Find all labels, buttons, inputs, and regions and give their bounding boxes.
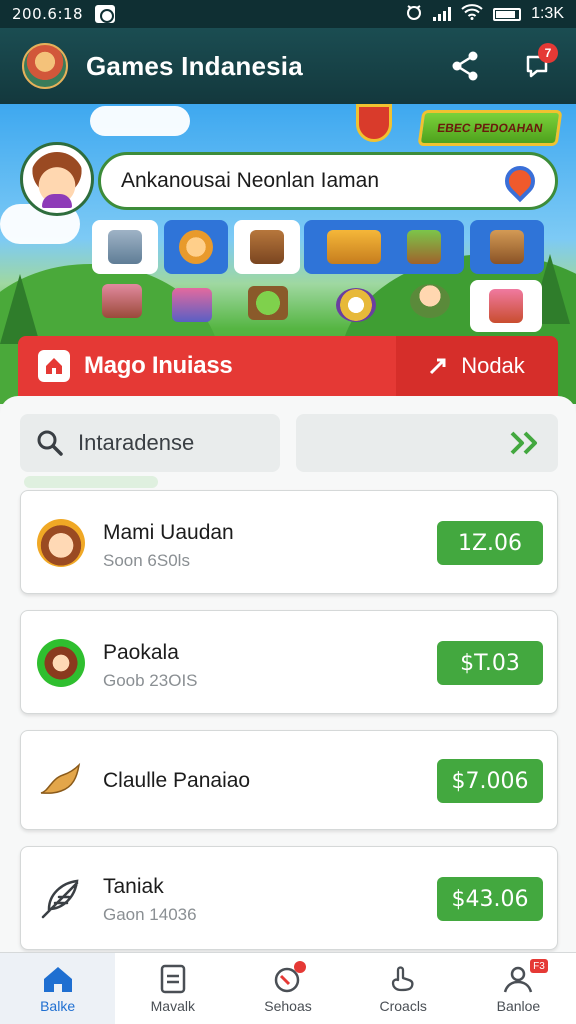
promo-action-label: Nodak [461,353,525,378]
farmer-icon[interactable] [410,284,450,318]
list-item-name: Paokala [103,641,179,664]
status-time-right: 1:3K [531,5,564,22]
girl-avatar [37,519,85,567]
content-panel: Intaradense Mami Uaudan Soon 6S0ls 1Z.06… [0,396,576,952]
nav-item-hand[interactable]: Croacls [346,953,461,1024]
avatar-face [30,152,84,208]
treasure-chest-icon[interactable] [102,284,142,318]
plant-pot-icon[interactable] [248,286,288,320]
nav-label-hand: Croacls [379,997,427,1014]
notification-badge: 7 [538,43,558,63]
status-bar: 200.6:18 1:3K [0,0,576,28]
mirror-icon[interactable] [336,288,376,322]
double-chevron-right-icon [510,431,537,455]
player-avatar[interactable] [20,142,94,216]
status-time: 200.6:18 [12,5,84,23]
worker-icon [179,230,213,264]
list-item[interactable]: Mami Uaudan Soon 6S0ls 1Z.06 [20,490,558,594]
palm-tree-decoration [0,274,40,344]
item-tile-house[interactable] [470,220,544,274]
location-pin-icon[interactable] [498,159,542,203]
document-icon [160,964,186,993]
bottom-navigation: Balke Mavalk Sehoas Croacls F3 Banloe [0,952,576,1024]
feather-icon [41,879,79,919]
search-placeholder: Intaradense [78,430,195,455]
price-button[interactable]: 1Z.06 [437,521,543,565]
arrow-icon [430,358,446,375]
anvil-icon [108,230,142,264]
battery-icon [493,7,522,21]
shield-emblem [356,104,392,142]
search-input[interactable]: Intaradense [20,414,280,472]
dwarf-avatar [37,639,85,687]
list-item[interactable]: Taniak Gaon 14036 $43.06 [20,846,558,950]
cloud-decoration [90,106,190,136]
promo-title: Mago Inuiass [84,352,233,379]
nav-label-trophy: Sehoas [264,997,312,1014]
hand-icon [392,965,414,991]
list-item[interactable]: Claulle Panaiao $7.006 [20,730,558,830]
alarm-icon [405,3,423,26]
price-button[interactable]: $T.03 [437,641,543,685]
app-header: Games Indanesia 7 [0,28,576,104]
house-icon [490,230,524,264]
shop-box-icon[interactable] [172,288,212,322]
list-item-subtitle: Goob 23OIS [103,671,198,690]
nav-badge: F3 [530,959,549,973]
item-tile-anvil[interactable] [92,220,158,274]
banner-search-text: Ankanousai Neonlan Iaman [121,169,380,192]
list-item[interactable]: Paokala Goob 23OIS $T.03 [20,610,558,714]
promo-bar[interactable]: Mago Inuiass Nodak [18,336,558,396]
leaf-icon [40,762,81,794]
notification-icon [95,5,116,23]
list-item-name: Taniak [103,875,164,898]
share-button[interactable] [448,49,482,83]
home-badge [38,350,70,382]
gift-box-icon [489,289,523,323]
promo-action-button[interactable]: Nodak [396,336,558,396]
item-tile-barrel[interactable] [234,220,300,274]
list-item-subtitle: Soon 6S0ls [103,551,190,570]
price-button[interactable]: $7.006 [437,759,543,803]
price-button[interactable]: $43.06 [437,877,543,921]
notifications-button[interactable]: 7 [520,43,558,83]
list-item-subtitle: Gaon 14036 [103,905,197,924]
barrel-icon [250,230,284,264]
item-tile-worker[interactable] [164,220,228,274]
app-title: Games Indanesia [86,50,303,81]
banner-search-field[interactable]: Ankanousai Neonlan Iaman [98,152,558,210]
nav-label-document: Mavalk [150,997,195,1014]
forward-button[interactable] [296,414,558,472]
crop-cart-icon [407,230,441,264]
wifi-icon [461,3,483,25]
list-item-name: Claulle Panaiao [103,769,251,792]
nav-item-home[interactable]: Balke [0,953,116,1024]
nav-item-document[interactable]: Mavalk [115,953,230,1024]
header-actions: 7 [448,43,558,83]
tab-indicator [24,476,158,488]
signal-icon [433,7,452,21]
nav-label-profile: Banloe [496,997,541,1014]
nav-label-home: Balke [40,997,76,1014]
item-tile-market[interactable] [304,220,464,274]
app-logo [22,43,68,89]
nav-item-profile[interactable]: F3 Banloe [461,953,576,1024]
house-icon [46,358,62,374]
list-item-name: Mami Uaudan [103,521,234,544]
nav-item-trophy[interactable]: Sehoas [230,953,345,1024]
status-right-cluster: 1:3K [405,3,564,26]
game-logo: EBEC PEDOAHAN [417,110,563,146]
market-stall-icon [327,230,381,264]
search-icon [37,430,63,456]
share-icon [452,51,478,81]
item-tile-gift[interactable] [470,280,542,332]
home-icon [43,966,72,992]
